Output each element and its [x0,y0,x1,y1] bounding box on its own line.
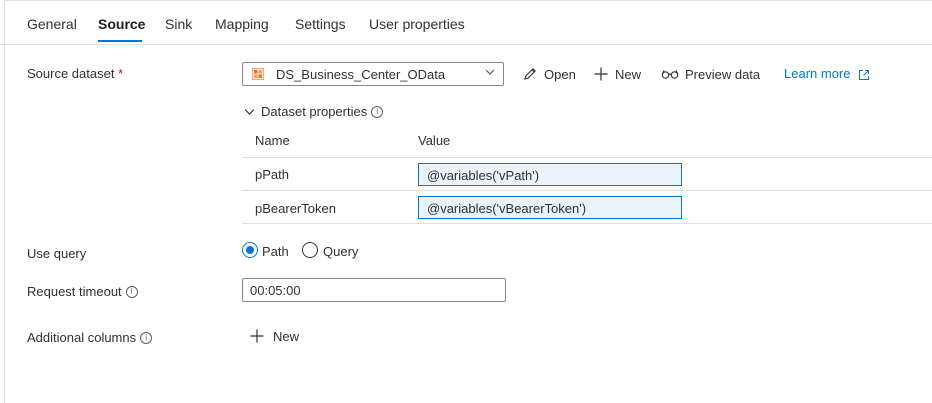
radio-query[interactable] [302,242,318,258]
tab-general[interactable]: General [27,16,77,32]
info-icon[interactable]: i [140,332,153,344]
plus-icon [250,329,264,343]
tab-mapping[interactable]: Mapping [215,16,269,32]
chevron-down-icon [244,109,255,115]
add-column-button[interactable]: New [249,328,299,344]
additional-columns-label: Additional columns i [27,330,153,345]
radio-path[interactable] [242,242,258,258]
table-row-value-input[interactable]: @variables('vBearerToken') [418,196,682,219]
dataset-properties-toggle[interactable]: Dataset properties i [244,104,384,119]
tab-settings[interactable]: Settings [295,16,346,32]
source-dataset-dropdown[interactable]: DS_Business_Center_OData [242,62,504,86]
row-divider [242,157,932,158]
column-header-name: Name [255,133,290,148]
external-link-icon [859,70,870,80]
tab-bar: General Source Sink Mapping Settings Use… [0,0,932,45]
source-dataset-label: Source dataset * [27,66,124,81]
glasses-icon [661,70,679,79]
radio-query-label[interactable]: Query [323,244,358,259]
info-icon[interactable]: i [371,106,384,118]
row-divider [242,190,932,191]
tab-sink[interactable]: Sink [165,16,192,32]
tab-user-properties[interactable]: User properties [369,16,465,32]
use-query-label: Use query [27,246,87,261]
info-icon[interactable]: i [125,286,138,298]
radio-path-label[interactable]: Path [262,244,289,259]
chevron-down-icon [485,69,495,75]
tab-source[interactable]: Source [98,16,145,32]
learn-more-link[interactable]: Learn more [784,66,870,81]
plus-icon [594,67,608,81]
table-row-value-input[interactable]: @variables('vPath') [418,163,682,186]
table-row-name: pBearerToken [255,201,336,216]
open-button[interactable]: Open [522,66,576,82]
source-dataset-value: DS_Business_Center_OData [276,67,446,82]
new-dataset-button[interactable]: New [593,66,641,82]
column-header-value: Value [418,133,451,148]
request-timeout-label: Request timeout i [27,284,138,299]
request-timeout-input[interactable]: 00:05:00 [242,278,506,302]
table-row-name: pPath [255,167,289,182]
required-marker: * [118,66,124,81]
pencil-icon [524,68,536,80]
dataset-icon [252,68,264,80]
preview-data-button[interactable]: Preview data [661,66,760,82]
active-tab-indicator [98,40,142,42]
row-divider [242,223,932,224]
